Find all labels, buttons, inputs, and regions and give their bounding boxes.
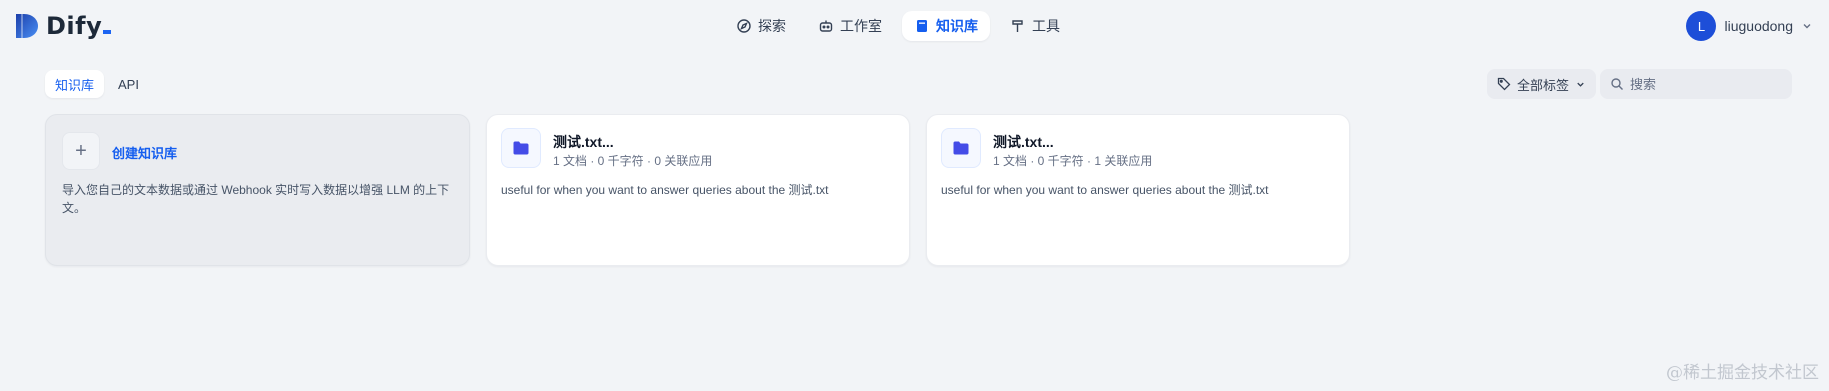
compass-icon — [737, 19, 751, 33]
tab-knowledge[interactable]: 知识库 — [45, 70, 105, 98]
plus-icon: + — [62, 132, 100, 170]
hammer-icon — [1012, 20, 1023, 32]
tab-api[interactable]: API — [108, 70, 149, 98]
dataset-name: 测试.txt... — [553, 134, 614, 150]
dataset-meta: 1 文档 · 0 千字符 · 0 关联应用 — [553, 154, 713, 168]
knowledge-tabs: 知识库 API — [45, 70, 149, 98]
folder-icon — [513, 141, 529, 155]
tag-filter-button[interactable]: 全部标签 — [1487, 69, 1597, 99]
search-icon — [1611, 78, 1623, 90]
search-box — [1600, 69, 1792, 99]
create-knowledge-title: 创建知识库 — [112, 146, 178, 161]
robot-icon — [819, 20, 833, 32]
nav-explore-label: 探索 — [758, 18, 786, 34]
watermark: @稀土掘金技术社区 — [1666, 363, 1819, 383]
dataset-description: useful for when you want to answer queri… — [501, 183, 829, 197]
nav-knowledge-label: 知识库 — [936, 18, 978, 34]
dataset-icon-wrapper — [501, 128, 541, 168]
chevron-down-icon — [1577, 82, 1584, 87]
page: Dify 探索 工作室 知识库 工具 L liuguodong 知识库 API … — [0, 0, 1829, 391]
user-menu[interactable]: L liuguodong — [1686, 11, 1813, 41]
avatar[interactable]: L — [1686, 11, 1717, 41]
nav-studio[interactable]: 工作室 — [806, 11, 894, 41]
chevron-down-icon — [1803, 24, 1811, 29]
dataset-card[interactable]: 测试.txt... 1 文档 · 0 千字符 · 0 关联应用 useful f… — [486, 114, 910, 266]
dataset-meta: 1 文档 · 0 千字符 · 1 关联应用 — [993, 154, 1153, 168]
search-input[interactable] — [1630, 76, 1780, 92]
dataset-name: 测试.txt... — [993, 134, 1054, 150]
user-name: liuguodong — [1724, 18, 1793, 34]
folder-icon — [953, 141, 969, 155]
top-header: Dify 探索 工作室 知识库 工具 L liuguodong — [0, 0, 1829, 52]
dataset-card[interactable]: 测试.txt... 1 文档 · 0 千字符 · 1 关联应用 useful f… — [926, 114, 1350, 266]
nav-knowledge[interactable]: 知识库 — [902, 11, 990, 41]
tag-icon — [1497, 77, 1511, 91]
create-knowledge-card[interactable]: + 创建知识库 导入您自己的文本数据或通过 Webhook 实时写入数据以增强 … — [45, 114, 470, 266]
dataset-description: useful for when you want to answer queri… — [941, 183, 1269, 197]
create-knowledge-description: 导入您自己的文本数据或通过 Webhook 实时写入数据以增强 LLM 的上下文… — [62, 183, 450, 215]
book-icon — [917, 20, 927, 32]
dify-logo-icon — [16, 14, 38, 38]
dify-logo[interactable]: Dify — [14, 12, 112, 40]
tag-filter-label: 全部标签 — [1517, 77, 1570, 93]
nav-studio-label: 工作室 — [840, 18, 882, 34]
nav-tools-label: 工具 — [1032, 18, 1060, 34]
main-nav: 探索 工作室 知识库 工具 — [724, 11, 1072, 41]
nav-explore[interactable]: 探索 — [724, 11, 798, 41]
nav-tools[interactable]: 工具 — [998, 11, 1072, 41]
dataset-icon-wrapper — [941, 128, 981, 168]
logo-text: Dify — [46, 12, 112, 40]
